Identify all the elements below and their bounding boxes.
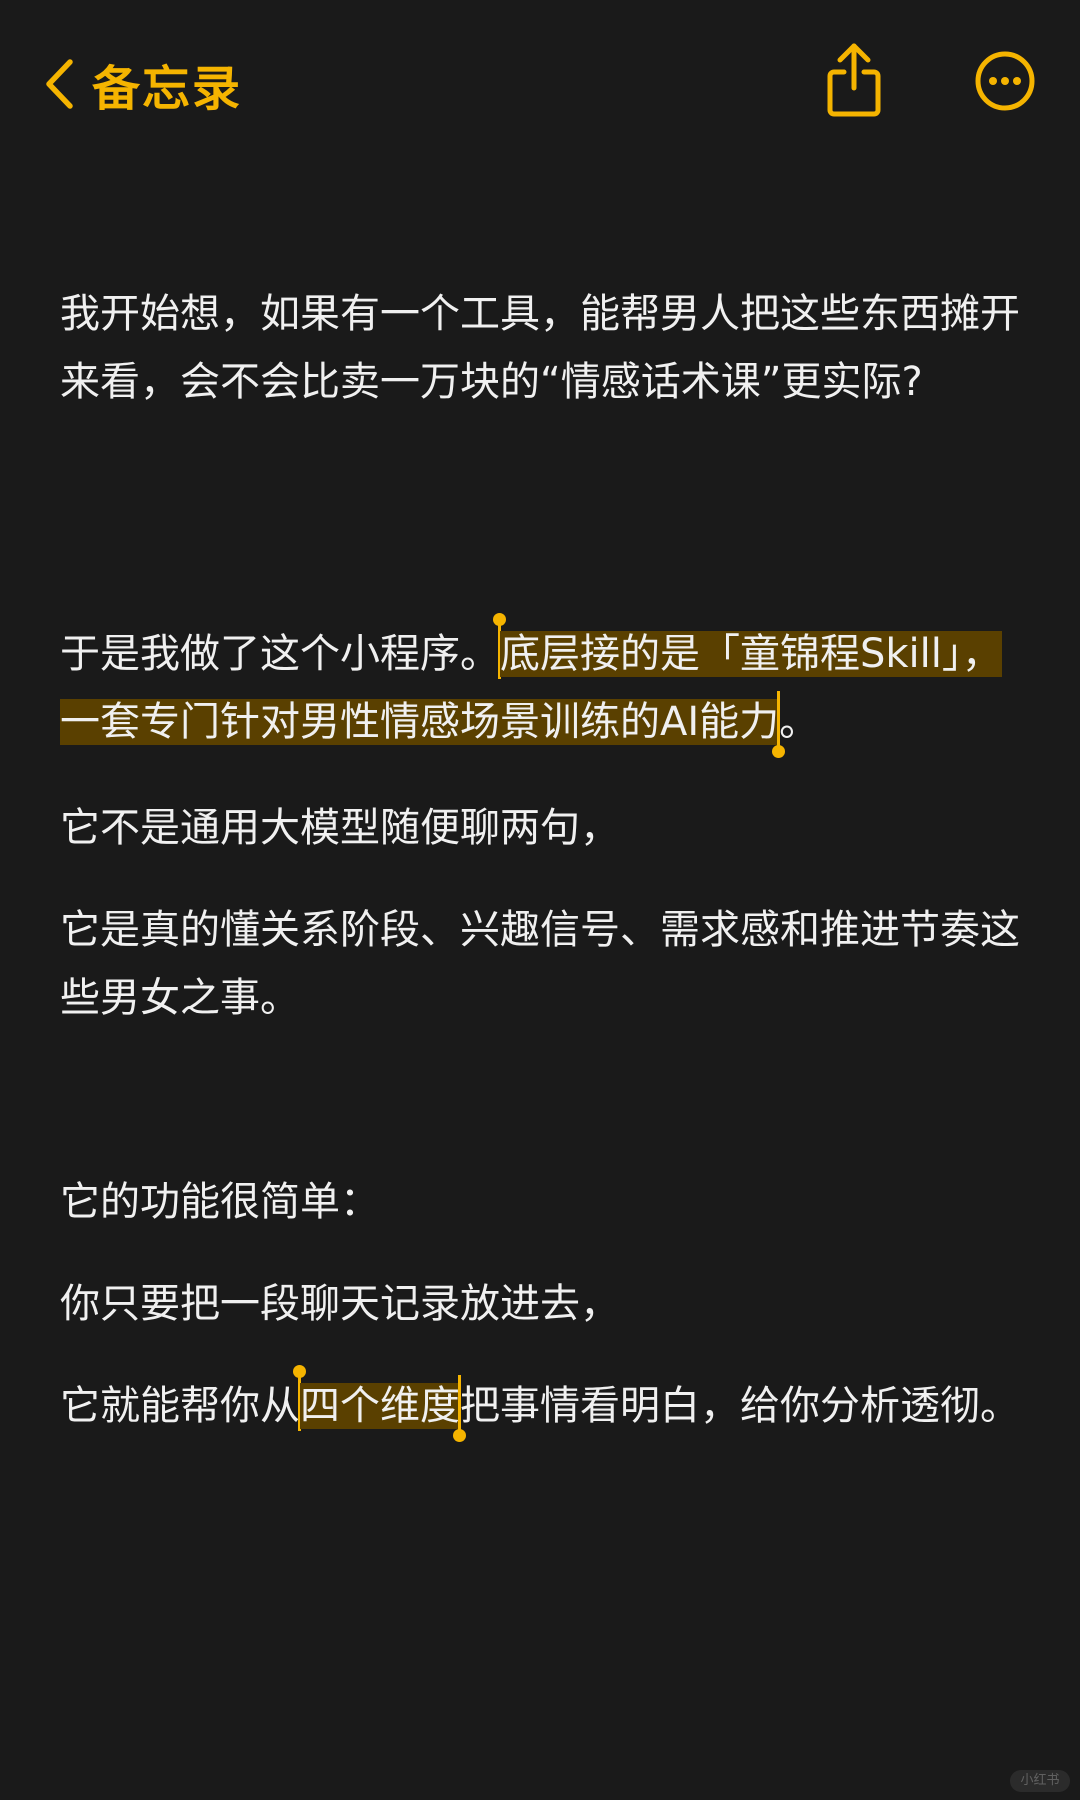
note-paragraph-selection: 于是我做了这个小程序。底层接的是「童锦程Skill」，一套专门针对男性情感场景训…	[60, 613, 1020, 758]
note-paragraph-selection: 它就能帮你从四个维度把事情看明白，给你分析透彻。	[60, 1365, 1020, 1442]
more-icon	[974, 51, 1036, 116]
note-paragraph: 它的功能很简单：	[60, 1179, 380, 1225]
back-label: 备忘录	[92, 61, 243, 117]
note-text: 。	[779, 699, 820, 745]
note-text: 于是我做了这个小程序。	[60, 631, 500, 677]
share-icon	[822, 43, 886, 124]
watermark: 小红书	[1010, 1770, 1070, 1792]
chevron-left-icon	[44, 58, 74, 110]
back-button[interactable]: 备忘录	[44, 48, 242, 120]
note-text: 把事情看明白，给你分析透彻。	[460, 1383, 1020, 1429]
share-button[interactable]	[822, 40, 886, 120]
note-paragraph: 它是真的懂关系阶段、兴趣信号、需求感和推进节奏这些男女之事。	[60, 907, 1020, 1021]
selected-text[interactable]: 四个维度	[300, 1383, 460, 1429]
note-paragraph: 你只要把一段聊天记录放进去，	[60, 1281, 620, 1327]
note-paragraph: 我开始想，如果有一个工具，能帮男人把这些东西摊开来看，会不会比卖一万块的“情感话…	[60, 291, 1020, 405]
navigation-bar: 备忘录	[0, 0, 1080, 170]
more-button[interactable]	[974, 50, 1036, 112]
note-paragraph: 它不是通用大模型随便聊两句，	[60, 805, 620, 851]
note-text: 它就能帮你从	[60, 1383, 300, 1429]
